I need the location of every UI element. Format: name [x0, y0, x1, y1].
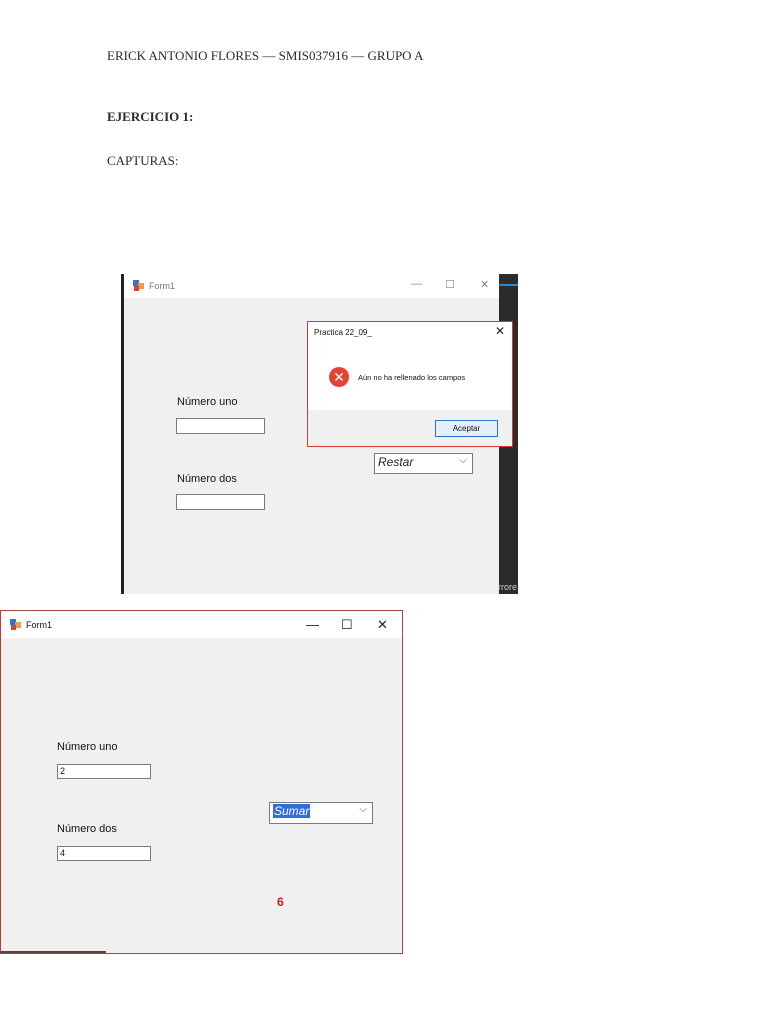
- message-box-footer: Aceptar: [308, 410, 512, 446]
- exercise-heading: EJERCICIO 1:: [107, 109, 194, 124]
- operation-selected: Sumar: [273, 804, 311, 818]
- minimize-button[interactable]: —: [306, 617, 319, 632]
- operation-dropdown[interactable]: Sumar ⌵: [269, 802, 373, 824]
- message-box-title: Practica 22_09_: [314, 328, 372, 337]
- form-title: Form1: [149, 281, 176, 291]
- label-numero-uno: Número uno: [57, 741, 118, 753]
- operation-selected: Restar: [378, 455, 414, 469]
- result-value: 6: [277, 895, 284, 909]
- student-info-line: ERICK ANTONIO FLORES — SMIS037916 — GRUP…: [107, 48, 424, 63]
- maximize-button[interactable]: ☐: [341, 617, 353, 633]
- form-titlebar: Form1 — ☐ ✕: [124, 274, 499, 298]
- maximize-button[interactable]: ☐: [445, 278, 455, 291]
- captures-label: CAPTURAS:: [107, 153, 179, 168]
- input-numero-uno[interactable]: 2: [57, 764, 151, 779]
- form-title: Form1: [26, 620, 53, 630]
- operation-dropdown[interactable]: Restar ⌵: [374, 453, 473, 474]
- input-numero-uno[interactable]: [176, 418, 265, 434]
- message-box-close-button[interactable]: ✕: [495, 324, 505, 338]
- form-titlebar: Form1 — ☐ ✕: [1, 611, 402, 638]
- bottom-border-accent: [1, 951, 106, 953]
- screenshot-form-empty-error: Form1 — ☐ ✕ rrore Número uno Número dos …: [121, 274, 518, 594]
- minimize-button[interactable]: —: [411, 278, 422, 290]
- close-button[interactable]: ✕: [480, 278, 489, 291]
- label-numero-dos: Número dos: [57, 823, 117, 835]
- background-window-text: rrore: [498, 582, 518, 592]
- input-numero-dos[interactable]: [176, 494, 265, 510]
- label-numero-dos: Número dos: [177, 473, 237, 485]
- input-numero-dos[interactable]: 4: [57, 846, 151, 861]
- chevron-down-icon: ⌵: [459, 455, 467, 466]
- error-message-box: Practica 22_09_ ✕ ✕ Aún no ha rellenado …: [307, 321, 513, 447]
- error-icon: ✕: [329, 367, 349, 387]
- chevron-down-icon: ⌵: [359, 804, 367, 815]
- left-border: [121, 274, 124, 594]
- form-app-icon: [10, 619, 21, 630]
- close-button[interactable]: ✕: [377, 617, 388, 633]
- message-box-text: Aún no ha rellenado los campos: [358, 373, 466, 382]
- aceptar-button[interactable]: Aceptar: [435, 420, 498, 437]
- form-app-icon: [133, 280, 144, 291]
- screenshot-form-sum-result: Form1 — ☐ ✕ Número uno 2 Sumar ⌵ Número …: [0, 610, 403, 954]
- label-numero-uno: Número uno: [177, 396, 238, 408]
